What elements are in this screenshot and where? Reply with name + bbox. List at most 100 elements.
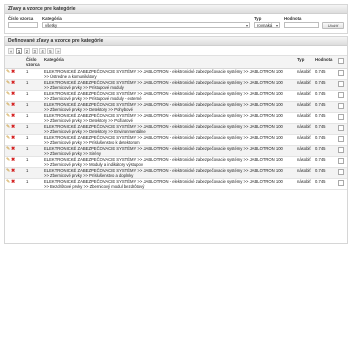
kategoria-subpath: >> Zbernicové prvky >> Detektory >> Pohy… bbox=[44, 107, 133, 112]
select-all-header bbox=[337, 56, 347, 69]
cislo-cell: 1 bbox=[25, 145, 43, 157]
kategoria-subpath: >> Zbernicové prvky >> Príslušenstvo k d… bbox=[44, 140, 140, 145]
delete-x-icon[interactable]: ✖ bbox=[11, 92, 16, 97]
typ-cell: násobiť bbox=[296, 68, 314, 80]
row-checkbox[interactable] bbox=[338, 125, 344, 131]
hodnota-cell: 0.745 bbox=[314, 156, 337, 168]
row-actions: ✎✖ bbox=[5, 101, 25, 113]
cislo-cell: 1 bbox=[25, 101, 43, 113]
hodnota-cell: 0.745 bbox=[314, 167, 337, 179]
page-link[interactable]: 4 bbox=[39, 47, 46, 54]
kategoria-header: Kategória bbox=[43, 56, 296, 69]
row-checkbox[interactable] bbox=[338, 169, 344, 175]
row-select bbox=[337, 123, 347, 135]
delete-x-icon[interactable]: ✖ bbox=[11, 70, 16, 75]
table-row: ✎✖ 1 ELEKTRONICKÉ ZABEZPEČOVACIE SYSTÉMY >… bbox=[5, 145, 347, 157]
hodnota-cell: 0.745 bbox=[314, 79, 337, 91]
kategoria-cell: ELEKTRONICKÉ ZABEZPEČOVACIE SYSTÉMY >> J… bbox=[43, 112, 296, 124]
kategoria-subpath: >> Zbernicové prvky >> Sirény bbox=[44, 151, 102, 156]
table-row: ✎✖ 1 ELEKTRONICKÉ ZABEZPEČOVACIE SYSTÉMY >… bbox=[5, 68, 347, 80]
row-select bbox=[337, 156, 347, 168]
delete-x-icon[interactable]: ✖ bbox=[11, 114, 16, 119]
table-row: ✎✖ 1 ELEKTRONICKÉ ZABEZPEČOVACIE SYSTÉMY >… bbox=[5, 134, 347, 146]
typ-cell: násobiť bbox=[296, 123, 314, 135]
hodnota-input[interactable] bbox=[284, 22, 319, 28]
typ-cell: násobiť bbox=[296, 167, 314, 179]
delete-x-icon[interactable]: ✖ bbox=[11, 147, 16, 152]
save-button[interactable]: Uložiť bbox=[322, 21, 344, 29]
cislo-cell: 1 bbox=[25, 112, 43, 124]
hodnota-cell: 0.745 bbox=[314, 90, 337, 102]
row-actions: ✎✖ bbox=[5, 68, 25, 80]
kategoria-subpath: >> Zbernicové prvky >> Moduly a indikáto… bbox=[44, 162, 143, 167]
hodnota-header: Hodnota bbox=[314, 56, 337, 69]
typ-select[interactable]: rovnaká ▾ bbox=[254, 22, 280, 28]
kategoria-subpath: >> Zbernicové prvky >> Prístupové moduly bbox=[44, 85, 124, 90]
page-link[interactable]: 3 bbox=[31, 47, 38, 54]
row-checkbox[interactable] bbox=[338, 136, 344, 142]
kategoria-label: Kategória bbox=[42, 16, 62, 21]
table-row: ✎✖ 1 ELEKTRONICKÉ ZABEZPEČOVACIE SYSTÉMY >… bbox=[5, 79, 347, 91]
delete-x-icon[interactable]: ✖ bbox=[11, 169, 16, 174]
typ-cell: násobiť bbox=[296, 178, 314, 190]
table-row: ✎✖ 1 ELEKTRONICKÉ ZABEZPEČOVACIE SYSTÉMY >… bbox=[5, 112, 347, 124]
delete-x-icon[interactable]: ✖ bbox=[11, 103, 16, 108]
kategoria-select-value: všetky bbox=[45, 23, 58, 28]
page-link[interactable]: 1 bbox=[15, 47, 23, 54]
row-actions: ✎✖ bbox=[5, 112, 25, 124]
row-select bbox=[337, 167, 347, 179]
row-checkbox[interactable] bbox=[338, 158, 344, 164]
table-header-row: Číslo vzorca Kategória Typ Hodnota bbox=[5, 56, 347, 69]
cislo-vzorca-input[interactable] bbox=[8, 22, 38, 28]
row-checkbox[interactable] bbox=[338, 103, 344, 109]
page-link[interactable]: 2 bbox=[23, 47, 31, 54]
pagination: «1 2 3 4 5» bbox=[5, 46, 347, 56]
typ-cell: násobiť bbox=[296, 156, 314, 168]
cislo-cell: 1 bbox=[25, 123, 43, 135]
typ-select-value: rovnaká bbox=[257, 23, 273, 28]
delete-x-icon[interactable]: ✖ bbox=[11, 136, 16, 141]
row-checkbox[interactable] bbox=[338, 147, 344, 153]
kategoria-cell: ELEKTRONICKÉ ZABEZPEČOVACIE SYSTÉMY >> J… bbox=[43, 90, 296, 102]
row-select bbox=[337, 68, 347, 80]
kategoria-subpath: >> Zbernicové prvky >> Príslušenstvo a d… bbox=[44, 173, 134, 178]
typ-cell: násobiť bbox=[296, 145, 314, 157]
row-checkbox[interactable] bbox=[338, 92, 344, 98]
row-checkbox[interactable] bbox=[338, 114, 344, 120]
select-all-checkbox[interactable] bbox=[338, 58, 344, 64]
delete-x-icon[interactable]: ✖ bbox=[11, 180, 16, 185]
row-actions: ✎✖ bbox=[5, 167, 25, 179]
hodnota-cell: 0.745 bbox=[314, 123, 337, 135]
row-select bbox=[337, 134, 347, 146]
hodnota-cell: 0.745 bbox=[314, 145, 337, 157]
chevron-down-icon: ▾ bbox=[275, 23, 278, 28]
kategoria-cell: ELEKTRONICKÉ ZABEZPEČOVACIE SYSTÉMY >> J… bbox=[43, 79, 296, 91]
delete-x-icon[interactable]: ✖ bbox=[11, 158, 16, 163]
page-link[interactable]: « bbox=[8, 47, 15, 54]
page-link[interactable]: 5 bbox=[47, 47, 54, 54]
table-row: ✎✖ 1 ELEKTRONICKÉ ZABEZPEČOVACIE SYSTÉMY >… bbox=[5, 90, 347, 102]
kategoria-subpath: >> Zbernicové prvky >> Detektory >> Envi… bbox=[44, 129, 146, 134]
cislo-cell: 1 bbox=[25, 167, 43, 179]
row-select bbox=[337, 178, 347, 190]
table-row: ✎✖ 1 ELEKTRONICKÉ ZABEZPEČOVACIE SYSTÉMY >… bbox=[5, 178, 347, 190]
kategoria-cell: ELEKTRONICKÉ ZABEZPEČOVACIE SYSTÉMY >> J… bbox=[43, 68, 296, 80]
cislo-cell: 1 bbox=[25, 79, 43, 91]
kategoria-subpath: >> Bezdrôtové prvky >> Zbernicový modul … bbox=[44, 184, 145, 189]
kategoria-cell: ELEKTRONICKÉ ZABEZPEČOVACIE SYSTÉMY >> J… bbox=[43, 123, 296, 135]
cislo-cell: 1 bbox=[25, 156, 43, 168]
row-select bbox=[337, 101, 347, 113]
row-checkbox[interactable] bbox=[338, 81, 344, 87]
table-row: ✎✖ 1 ELEKTRONICKÉ ZABEZPEČOVACIE SYSTÉMY >… bbox=[5, 101, 347, 113]
hodnota-cell: 0.745 bbox=[314, 178, 337, 190]
table-row: ✎✖ 1 ELEKTRONICKÉ ZABEZPEČOVACIE SYSTÉMY >… bbox=[5, 167, 347, 179]
page-link[interactable]: » bbox=[55, 47, 62, 54]
kategoria-select[interactable]: všetky ▾ bbox=[42, 22, 250, 28]
chevron-down-icon: ▾ bbox=[245, 23, 248, 28]
table-row: ✎✖ 1 ELEKTRONICKÉ ZABEZPEČOVACIE SYSTÉMY >… bbox=[5, 123, 347, 135]
delete-x-icon[interactable]: ✖ bbox=[11, 125, 16, 130]
delete-x-icon[interactable]: ✖ bbox=[11, 81, 16, 86]
row-actions: ✎✖ bbox=[5, 145, 25, 157]
row-checkbox[interactable] bbox=[338, 70, 344, 76]
row-checkbox[interactable] bbox=[338, 180, 344, 186]
